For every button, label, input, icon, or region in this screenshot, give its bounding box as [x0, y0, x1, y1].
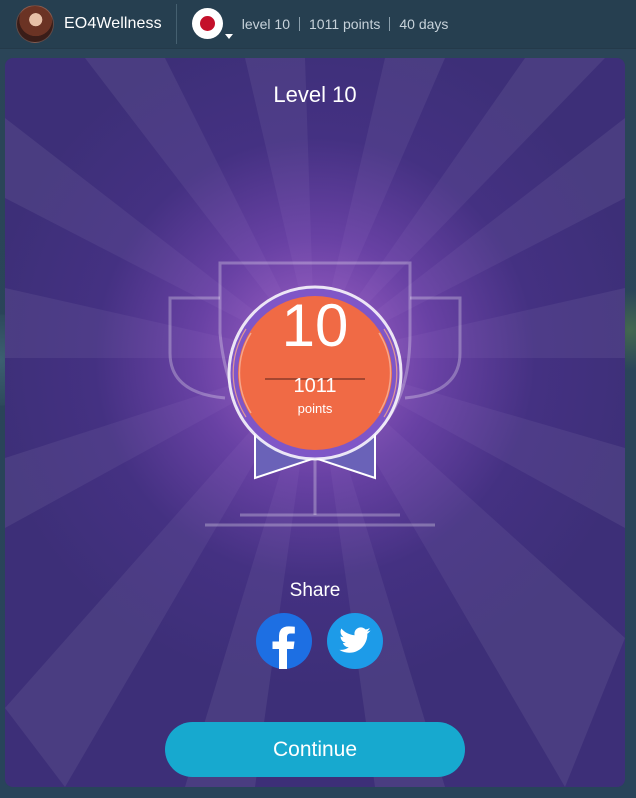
medal-level-number: 10 [281, 292, 349, 359]
twitter-share-button[interactable] [327, 613, 383, 669]
user-stats: level 10 1011 points 40 days [242, 16, 449, 32]
stat-separator [299, 17, 300, 31]
stat-level: level 10 [241, 16, 290, 32]
facebook-share-button[interactable] [256, 613, 312, 669]
medal-points-label: points [297, 401, 333, 416]
avatar[interactable] [16, 5, 54, 43]
twitter-icon [339, 627, 371, 653]
caret-down-icon[interactable] [224, 34, 233, 39]
medal-points-value: 1011 [293, 375, 337, 397]
level-title: Level 10 [273, 82, 357, 107]
continue-button[interactable]: Continue [165, 722, 465, 777]
stat-points: 1011 points [309, 16, 381, 32]
language-selector[interactable] [191, 4, 233, 44]
username[interactable]: EO4Wellness [64, 15, 162, 33]
japan-flag-icon[interactable] [191, 8, 223, 39]
stat-days: 40 days [399, 16, 449, 32]
top-bar: EO4Wellness level 10 1011 points 40 days [0, 0, 636, 48]
facebook-icon [272, 626, 295, 669]
flag-dot [199, 16, 215, 31]
level-up-card: Level 10 10 1011 points Share Continue [5, 58, 625, 787]
share-label: Share [289, 580, 341, 601]
stat-separator [389, 17, 391, 31]
topbar-divider [175, 4, 177, 44]
